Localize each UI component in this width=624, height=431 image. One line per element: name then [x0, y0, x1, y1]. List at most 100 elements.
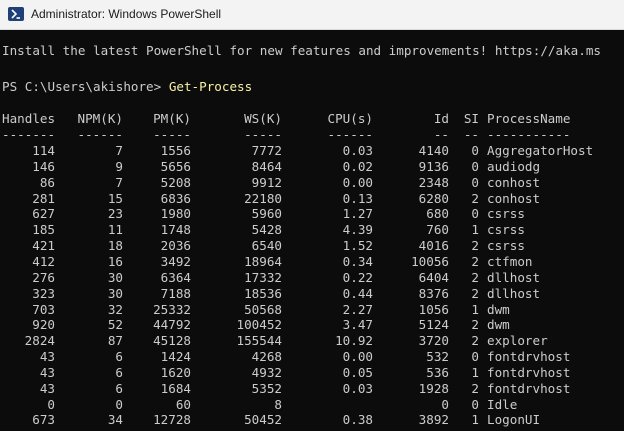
column-header-pm: PM(K) [153, 111, 191, 126]
cell-npm: 52 [107, 317, 123, 333]
column-underline-id: -- [433, 127, 449, 142]
column-header-cpu: CPU(s) [327, 111, 374, 126]
command-text: Get-Process [168, 79, 253, 94]
table-row: 920 52 44792 100452 3.47 5124 2 dwm [2, 317, 510, 333]
cell-npm: 23 [107, 206, 123, 222]
cell-npm: 7 [115, 174, 123, 190]
cell-npm: 18 [107, 238, 123, 254]
cell-process-name: csrss [487, 206, 525, 222]
cell-ws: 8 [274, 396, 282, 412]
table-row: 412 16 3492 18964 0.34 10056 2 ctfmon [2, 253, 532, 270]
cell-si: 2 [471, 317, 479, 333]
cell-cpu: 0.05 [342, 364, 373, 380]
cell-handles: 146 [32, 158, 55, 174]
cell-process-name: dwm [487, 301, 510, 317]
cell-cpu: 0.13 [342, 190, 373, 206]
cell-process-name: LogonUI [487, 412, 541, 428]
cell-process-name: fontdrvhost [487, 349, 571, 365]
cell-cpu: 0.00 [342, 349, 373, 365]
cell-pm: 5656 [160, 158, 191, 174]
cell-process-name: AggregatorHost [487, 143, 594, 158]
cell-cpu: 0.34 [342, 253, 373, 269]
cell-ws: 18964 [244, 253, 282, 269]
powershell-window: Administrator: Windows PowerShell Instal… [0, 0, 624, 431]
table-row: 146 9 5656 8464 0.02 9136 0 audiodg [2, 159, 540, 175]
cell-ws: 4932 [251, 364, 282, 380]
cell-pm: 1620 [160, 364, 191, 380]
cell-process-name: dwm [487, 317, 510, 333]
cell-cpu: 2.27 [342, 301, 373, 317]
cell-handles: 0 [47, 396, 55, 412]
cell-handles: 43 [39, 349, 55, 365]
column-underline-cpu: ------ [327, 127, 374, 142]
cell-id: 1928 [418, 380, 449, 396]
cell-cpu: 3.47 [342, 317, 373, 333]
cell-handles: 421 [32, 238, 55, 254]
cell-npm: 32 [107, 301, 123, 317]
cell-handles: 43 [39, 380, 55, 396]
powershell-icon [8, 7, 24, 21]
cell-si: 2 [471, 285, 479, 301]
table-row: 627 23 1980 5960 1.27 680 0 csrss [2, 206, 525, 222]
cell-id: 3892 [418, 412, 449, 428]
console-output[interactable]: Install the latest PowerShell for new fe… [0, 30, 624, 431]
cell-si: 1 [471, 412, 479, 428]
cell-ws: 7772 [251, 143, 282, 158]
cell-process-name: fontdrvhost [487, 380, 571, 396]
table-row: 421 18 2036 6540 1.52 4016 2 csrss [2, 238, 525, 254]
cell-id: 8376 [418, 285, 449, 301]
cell-cpu: 4.39 [342, 222, 373, 238]
table-row: 281 15 6836 22180 0.13 6280 2 conhost [2, 191, 540, 207]
cell-pm: 2036 [160, 238, 191, 254]
cell-handles: 2824 [24, 333, 55, 349]
prompt: PS C:\Users\akishore> [2, 79, 169, 94]
table-row: 703 32 25332 50568 2.27 1056 1 dwm [2, 302, 510, 318]
cell-handles: 43 [39, 364, 55, 380]
cell-si: 2 [471, 333, 479, 349]
cell-si: 1 [471, 222, 479, 238]
cell-ws: 22180 [244, 190, 282, 206]
cell-cpu: 0.00 [342, 174, 373, 190]
cell-cpu: 1.52 [342, 238, 373, 254]
cell-process-name: fontdrvhost [487, 364, 571, 380]
cell-handles: 703 [32, 301, 55, 317]
cell-ws: 9912 [251, 174, 282, 190]
cell-ws: 17332 [244, 269, 282, 285]
cell-handles: 323 [32, 285, 55, 301]
cell-npm: 16 [107, 253, 123, 269]
cell-cpu: 0.03 [342, 143, 373, 158]
cell-si: 2 [471, 269, 479, 285]
cell-id: 680 [426, 206, 449, 222]
cell-process-name: audiodg [487, 158, 541, 174]
column-header-row: Handles NPM(K) PM(K) WS(K) CPU(s) Id SI Process… [2, 111, 570, 127]
column-header-npm: NPM(K) [77, 111, 124, 126]
cell-npm: 0 [115, 396, 123, 412]
cell-si: 0 [471, 396, 479, 412]
cell-pm: 45128 [153, 333, 191, 349]
cell-id: 532 [426, 349, 449, 365]
cell-ws: 5352 [251, 380, 282, 396]
cell-pm: 6836 [160, 190, 191, 206]
cell-pm: 7188 [160, 285, 191, 301]
column-header-si: SI [463, 111, 479, 126]
cell-npm: 6 [115, 380, 123, 396]
cell-cpu: 0.03 [342, 380, 373, 396]
table-row: 114 7 1556 7772 0.03 4140 0 AggregatorHost [2, 143, 593, 159]
column-underline-process-name: ----------- [487, 127, 571, 142]
cell-id: 6404 [418, 269, 449, 285]
column-underline-ws: ----- [244, 127, 282, 142]
cell-process-name: explorer [487, 333, 548, 349]
table-row: 323 30 7188 18536 0.44 8376 2 dllhost [2, 286, 540, 302]
cell-si: 2 [471, 238, 479, 254]
cell-handles: 673 [32, 412, 55, 428]
column-underline-row: ------- ------ ----- ----- ------ -- -- -------… [2, 127, 570, 143]
cell-ws: 5428 [251, 222, 282, 238]
title-bar[interactable]: Administrator: Windows PowerShell [0, 0, 624, 30]
cell-id: 0 [441, 396, 449, 412]
column-header-ws: WS(K) [244, 111, 282, 126]
table-row: 185 11 1748 5428 4.39 760 1 csrss [2, 222, 525, 238]
prompt-line: PS C:\Users\akishore> Get-Process [2, 79, 252, 95]
cell-pm: 3492 [160, 253, 191, 269]
cell-ws: 50452 [244, 412, 282, 428]
cell-si: 2 [471, 190, 479, 206]
